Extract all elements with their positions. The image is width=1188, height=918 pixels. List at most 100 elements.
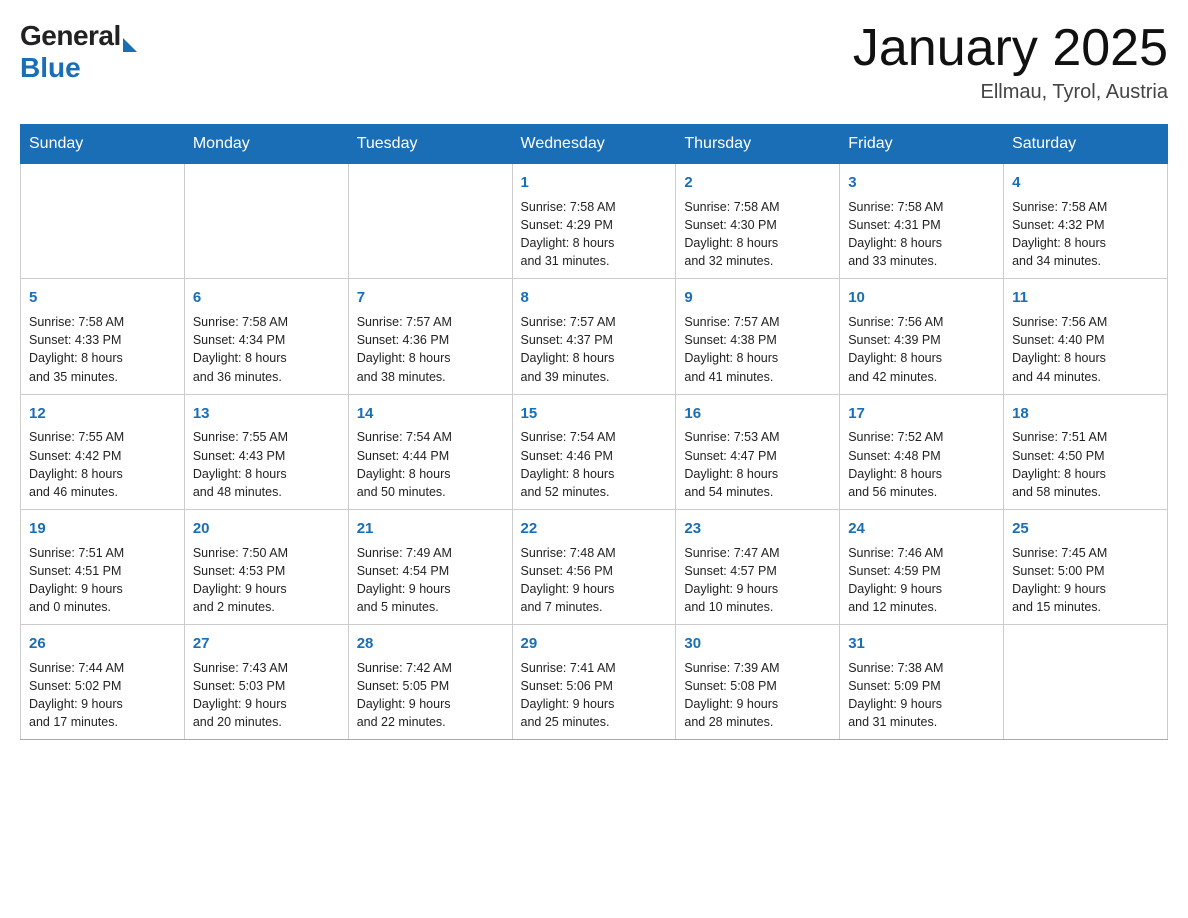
day-info: Sunrise: 7:53 AM Sunset: 4:47 PM Dayligh… bbox=[684, 428, 831, 501]
calendar-cell: 25 Sunrise: 7:45 AM Sunset: 5:00 PM Dayli… bbox=[1004, 509, 1168, 624]
calendar-week-2: 5 Sunrise: 7:58 AM Sunset: 4:33 PM Daylig… bbox=[21, 279, 1168, 394]
header-friday: Friday bbox=[840, 125, 1004, 164]
day-number: 10 bbox=[848, 287, 995, 309]
calendar-cell: 24 Sunrise: 7:46 AM Sunset: 4:59 PM Dayli… bbox=[840, 509, 1004, 624]
title-area: January 2025 Ellmau, Tyrol, Austria bbox=[853, 20, 1168, 104]
day-info: Sunrise: 7:58 AM Sunset: 4:30 PM Dayligh… bbox=[684, 198, 831, 271]
day-info: Sunrise: 7:46 AM Sunset: 4:59 PM Dayligh… bbox=[848, 544, 995, 617]
calendar-week-3: 12Sunrise: 7:55 AM Sunset: 4:42 PM Dayli… bbox=[21, 394, 1168, 509]
calendar-cell: 30Sunrise: 7:39 AM Sunset: 5:08 PM Dayli… bbox=[676, 625, 840, 740]
header-wednesday: Wednesday bbox=[512, 125, 676, 164]
day-number: 24 bbox=[848, 518, 995, 540]
header-tuesday: Tuesday bbox=[348, 125, 512, 164]
calendar-cell: 23Sunrise: 7:47 AM Sunset: 4:57 PM Dayli… bbox=[676, 509, 840, 624]
day-number: 26 bbox=[29, 633, 176, 655]
day-info: Sunrise: 7:45 AM Sunset: 5:00 PM Dayligh… bbox=[1012, 544, 1159, 617]
day-info: Sunrise: 7:58 AM Sunset: 4:32 PM Dayligh… bbox=[1012, 198, 1159, 271]
header-monday: Monday bbox=[184, 125, 348, 164]
calendar-cell: 2 Sunrise: 7:58 AM Sunset: 4:30 PM Daylig… bbox=[676, 164, 840, 279]
calendar-cell bbox=[21, 164, 185, 279]
day-info: Sunrise: 7:43 AM Sunset: 5:03 PM Dayligh… bbox=[193, 659, 340, 732]
calendar-cell: 17 Sunrise: 7:52 AM Sunset: 4:48 PM Dayli… bbox=[840, 394, 1004, 509]
logo: General Blue bbox=[20, 20, 137, 84]
day-number: 20 bbox=[193, 518, 340, 540]
day-number: 9 bbox=[684, 287, 831, 309]
day-number: 1 bbox=[521, 172, 668, 194]
calendar-cell: 19Sunrise: 7:51 AM Sunset: 4:51 PM Dayli… bbox=[21, 509, 185, 624]
header-sunday: Sunday bbox=[21, 125, 185, 164]
day-number: 13 bbox=[193, 403, 340, 425]
header-saturday: Saturday bbox=[1004, 125, 1168, 164]
calendar-cell: 4Sunrise: 7:58 AM Sunset: 4:32 PM Daylig… bbox=[1004, 164, 1168, 279]
day-info: Sunrise: 7:48 AM Sunset: 4:56 PM Dayligh… bbox=[521, 544, 668, 617]
logo-general-text: General bbox=[20, 20, 121, 52]
calendar-cell: 1 Sunrise: 7:58 AM Sunset: 4:29 PM Daylig… bbox=[512, 164, 676, 279]
location-text: Ellmau, Tyrol, Austria bbox=[853, 81, 1168, 104]
day-info: Sunrise: 7:44 AM Sunset: 5:02 PM Dayligh… bbox=[29, 659, 176, 732]
calendar-cell: 9 Sunrise: 7:57 AM Sunset: 4:38 PM Daylig… bbox=[676, 279, 840, 394]
calendar-header-row: SundayMondayTuesdayWednesdayThursdayFrid… bbox=[21, 125, 1168, 164]
calendar-week-1: 1 Sunrise: 7:58 AM Sunset: 4:29 PM Daylig… bbox=[21, 164, 1168, 279]
day-number: 15 bbox=[521, 403, 668, 425]
month-title: January 2025 bbox=[853, 20, 1168, 77]
calendar-cell: 7 Sunrise: 7:57 AM Sunset: 4:36 PM Daylig… bbox=[348, 279, 512, 394]
calendar-week-5: 26 Sunrise: 7:44 AM Sunset: 5:02 PM Dayli… bbox=[21, 625, 1168, 740]
day-info: Sunrise: 7:58 AM Sunset: 4:33 PM Dayligh… bbox=[29, 313, 176, 386]
day-info: Sunrise: 7:52 AM Sunset: 4:48 PM Dayligh… bbox=[848, 428, 995, 501]
calendar-cell: 31Sunrise: 7:38 AM Sunset: 5:09 PM Dayli… bbox=[840, 625, 1004, 740]
day-info: Sunrise: 7:55 AM Sunset: 4:42 PM Dayligh… bbox=[29, 428, 176, 501]
day-info: Sunrise: 7:56 AM Sunset: 4:39 PM Dayligh… bbox=[848, 313, 995, 386]
day-info: Sunrise: 7:49 AM Sunset: 4:54 PM Dayligh… bbox=[357, 544, 504, 617]
day-info: Sunrise: 7:39 AM Sunset: 5:08 PM Dayligh… bbox=[684, 659, 831, 732]
day-number: 5 bbox=[29, 287, 176, 309]
header-thursday: Thursday bbox=[676, 125, 840, 164]
calendar-week-4: 19Sunrise: 7:51 AM Sunset: 4:51 PM Dayli… bbox=[21, 509, 1168, 624]
day-info: Sunrise: 7:57 AM Sunset: 4:37 PM Dayligh… bbox=[521, 313, 668, 386]
page-header: General Blue January 2025 Ellmau, Tyrol,… bbox=[20, 20, 1168, 104]
day-number: 25 bbox=[1012, 518, 1159, 540]
day-number: 22 bbox=[521, 518, 668, 540]
calendar-cell bbox=[348, 164, 512, 279]
calendar-cell: 14Sunrise: 7:54 AM Sunset: 4:44 PM Dayli… bbox=[348, 394, 512, 509]
day-number: 7 bbox=[357, 287, 504, 309]
calendar-cell: 27 Sunrise: 7:43 AM Sunset: 5:03 PM Dayli… bbox=[184, 625, 348, 740]
day-number: 29 bbox=[521, 633, 668, 655]
day-info: Sunrise: 7:57 AM Sunset: 4:36 PM Dayligh… bbox=[357, 313, 504, 386]
day-info: Sunrise: 7:58 AM Sunset: 4:31 PM Dayligh… bbox=[848, 198, 995, 271]
day-info: Sunrise: 7:47 AM Sunset: 4:57 PM Dayligh… bbox=[684, 544, 831, 617]
calendar-cell: 10 Sunrise: 7:56 AM Sunset: 4:39 PM Dayli… bbox=[840, 279, 1004, 394]
day-info: Sunrise: 7:38 AM Sunset: 5:09 PM Dayligh… bbox=[848, 659, 995, 732]
day-number: 6 bbox=[193, 287, 340, 309]
calendar-table: SundayMondayTuesdayWednesdayThursdayFrid… bbox=[20, 124, 1168, 740]
day-info: Sunrise: 7:57 AM Sunset: 4:38 PM Dayligh… bbox=[684, 313, 831, 386]
day-number: 21 bbox=[357, 518, 504, 540]
day-info: Sunrise: 7:56 AM Sunset: 4:40 PM Dayligh… bbox=[1012, 313, 1159, 386]
calendar-cell bbox=[1004, 625, 1168, 740]
calendar-cell: 6Sunrise: 7:58 AM Sunset: 4:34 PM Daylig… bbox=[184, 279, 348, 394]
day-number: 28 bbox=[357, 633, 504, 655]
calendar-cell: 12Sunrise: 7:55 AM Sunset: 4:42 PM Dayli… bbox=[21, 394, 185, 509]
day-number: 2 bbox=[684, 172, 831, 194]
day-info: Sunrise: 7:42 AM Sunset: 5:05 PM Dayligh… bbox=[357, 659, 504, 732]
day-info: Sunrise: 7:51 AM Sunset: 4:50 PM Dayligh… bbox=[1012, 428, 1159, 501]
day-number: 8 bbox=[521, 287, 668, 309]
day-number: 17 bbox=[848, 403, 995, 425]
calendar-cell: 18Sunrise: 7:51 AM Sunset: 4:50 PM Dayli… bbox=[1004, 394, 1168, 509]
day-info: Sunrise: 7:55 AM Sunset: 4:43 PM Dayligh… bbox=[193, 428, 340, 501]
day-info: Sunrise: 7:58 AM Sunset: 4:29 PM Dayligh… bbox=[521, 198, 668, 271]
calendar-cell: 20 Sunrise: 7:50 AM Sunset: 4:53 PM Dayli… bbox=[184, 509, 348, 624]
calendar-cell: 26 Sunrise: 7:44 AM Sunset: 5:02 PM Dayli… bbox=[21, 625, 185, 740]
day-info: Sunrise: 7:41 AM Sunset: 5:06 PM Dayligh… bbox=[521, 659, 668, 732]
day-number: 11 bbox=[1012, 287, 1159, 309]
day-number: 27 bbox=[193, 633, 340, 655]
logo-blue-text: Blue bbox=[20, 52, 81, 84]
calendar-cell: 28 Sunrise: 7:42 AM Sunset: 5:05 PM Dayli… bbox=[348, 625, 512, 740]
calendar-cell: 16 Sunrise: 7:53 AM Sunset: 4:47 PM Dayli… bbox=[676, 394, 840, 509]
day-number: 16 bbox=[684, 403, 831, 425]
day-number: 19 bbox=[29, 518, 176, 540]
calendar-cell bbox=[184, 164, 348, 279]
day-info: Sunrise: 7:50 AM Sunset: 4:53 PM Dayligh… bbox=[193, 544, 340, 617]
calendar-cell: 8 Sunrise: 7:57 AM Sunset: 4:37 PM Daylig… bbox=[512, 279, 676, 394]
calendar-cell: 3Sunrise: 7:58 AM Sunset: 4:31 PM Daylig… bbox=[840, 164, 1004, 279]
calendar-cell: 13 Sunrise: 7:55 AM Sunset: 4:43 PM Dayli… bbox=[184, 394, 348, 509]
